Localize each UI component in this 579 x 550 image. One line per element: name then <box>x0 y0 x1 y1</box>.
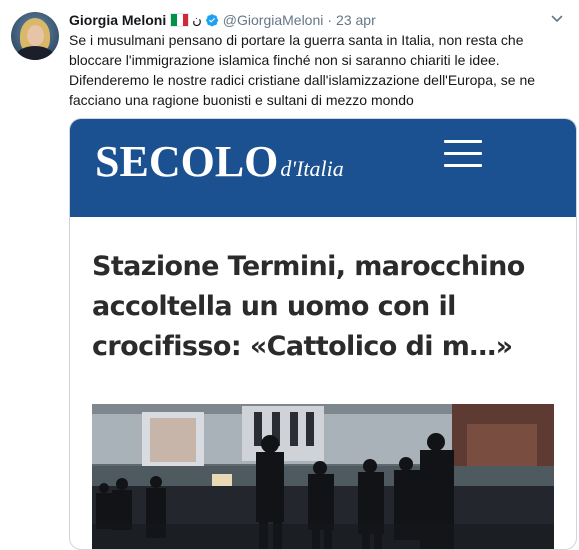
article-title[interactable]: Stazione Termini, marocchino accoltella … <box>92 247 562 367</box>
avatar[interactable] <box>11 12 59 60</box>
avatar-face <box>27 25 44 46</box>
site-logo-sub: d'Italia <box>280 156 344 181</box>
tweet-text: Se i musulmani pensano di portare la gue… <box>69 32 536 108</box>
link-preview-card[interactable]: SECOLOd'Italia Stazione Termini, marocch… <box>69 118 577 550</box>
author-name[interactable]: Giorgia Meloni <box>69 11 166 29</box>
station-police-photo <box>92 404 554 549</box>
verified-badge-icon <box>205 14 218 27</box>
site-logo-main: SECOLO <box>95 137 279 186</box>
site-logo: SECOLOd'Italia <box>95 139 344 185</box>
italy-flag-icon <box>170 13 190 27</box>
tweet-header: Giorgia Meloni ن @GiorgiaMeloni · 23 apr <box>69 11 376 29</box>
avatar-shoulders <box>15 46 55 60</box>
hamburger-menu-icon[interactable] <box>444 140 482 168</box>
separator-dot: · <box>327 12 333 28</box>
tweet-timestamp[interactable]: 23 apr <box>336 11 376 29</box>
author-handle[interactable]: @GiorgiaMeloni <box>223 11 324 29</box>
site-header: SECOLOd'Italia <box>70 119 576 217</box>
name-symbol: ن <box>192 12 202 27</box>
tweet[interactable]: Giorgia Meloni ن @GiorgiaMeloni · 23 apr… <box>0 0 579 550</box>
chevron-down-icon[interactable] <box>551 13 563 25</box>
